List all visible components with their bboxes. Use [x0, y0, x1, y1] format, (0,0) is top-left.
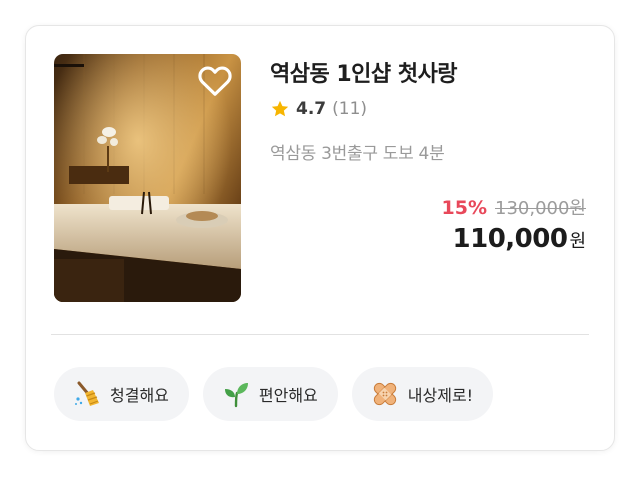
listing-card[interactable]: 역삼동 1인샵 첫사랑 4.7 (11) 역삼동 3번출구 도보 4분 15% …	[25, 25, 615, 451]
rating-row: 4.7 (11)	[270, 99, 367, 119]
review-tags: 청결해요 편안해요 내상제로!	[54, 367, 494, 421]
divider	[51, 334, 589, 335]
tag-no-injury[interactable]: 내상제로!	[351, 367, 494, 421]
review-count[interactable]: (11)	[332, 99, 367, 119]
final-price: 110,000	[452, 224, 568, 254]
sprout-icon	[224, 383, 248, 408]
tag-label: 내상제로!	[407, 386, 474, 405]
favorite-heart-button[interactable]	[197, 62, 233, 98]
tag-label: 편안해요	[258, 386, 318, 405]
discount-row: 15% 130,000원	[442, 194, 586, 220]
tag-label: 청결해요	[110, 386, 169, 405]
location-text: 역삼동 3번출구 도보 4분	[270, 144, 445, 164]
currency-unit: 원	[569, 231, 586, 252]
listing-photo[interactable]	[54, 54, 241, 302]
heart-icon	[198, 66, 232, 96]
final-price-row: 110,000 원	[453, 224, 586, 254]
broom-icon	[75, 381, 99, 406]
rating-score: 4.7	[296, 99, 327, 119]
tag-clean[interactable]: 청결해요	[54, 367, 189, 421]
tag-comfortable[interactable]: 편안해요	[202, 367, 338, 421]
listing-title[interactable]: 역삼동 1인샵 첫사랑	[270, 56, 458, 88]
bandage-icon	[373, 382, 396, 406]
original-price: 130,000원	[495, 198, 586, 219]
discount-rate: 15%	[441, 197, 487, 219]
star-icon	[271, 100, 289, 117]
